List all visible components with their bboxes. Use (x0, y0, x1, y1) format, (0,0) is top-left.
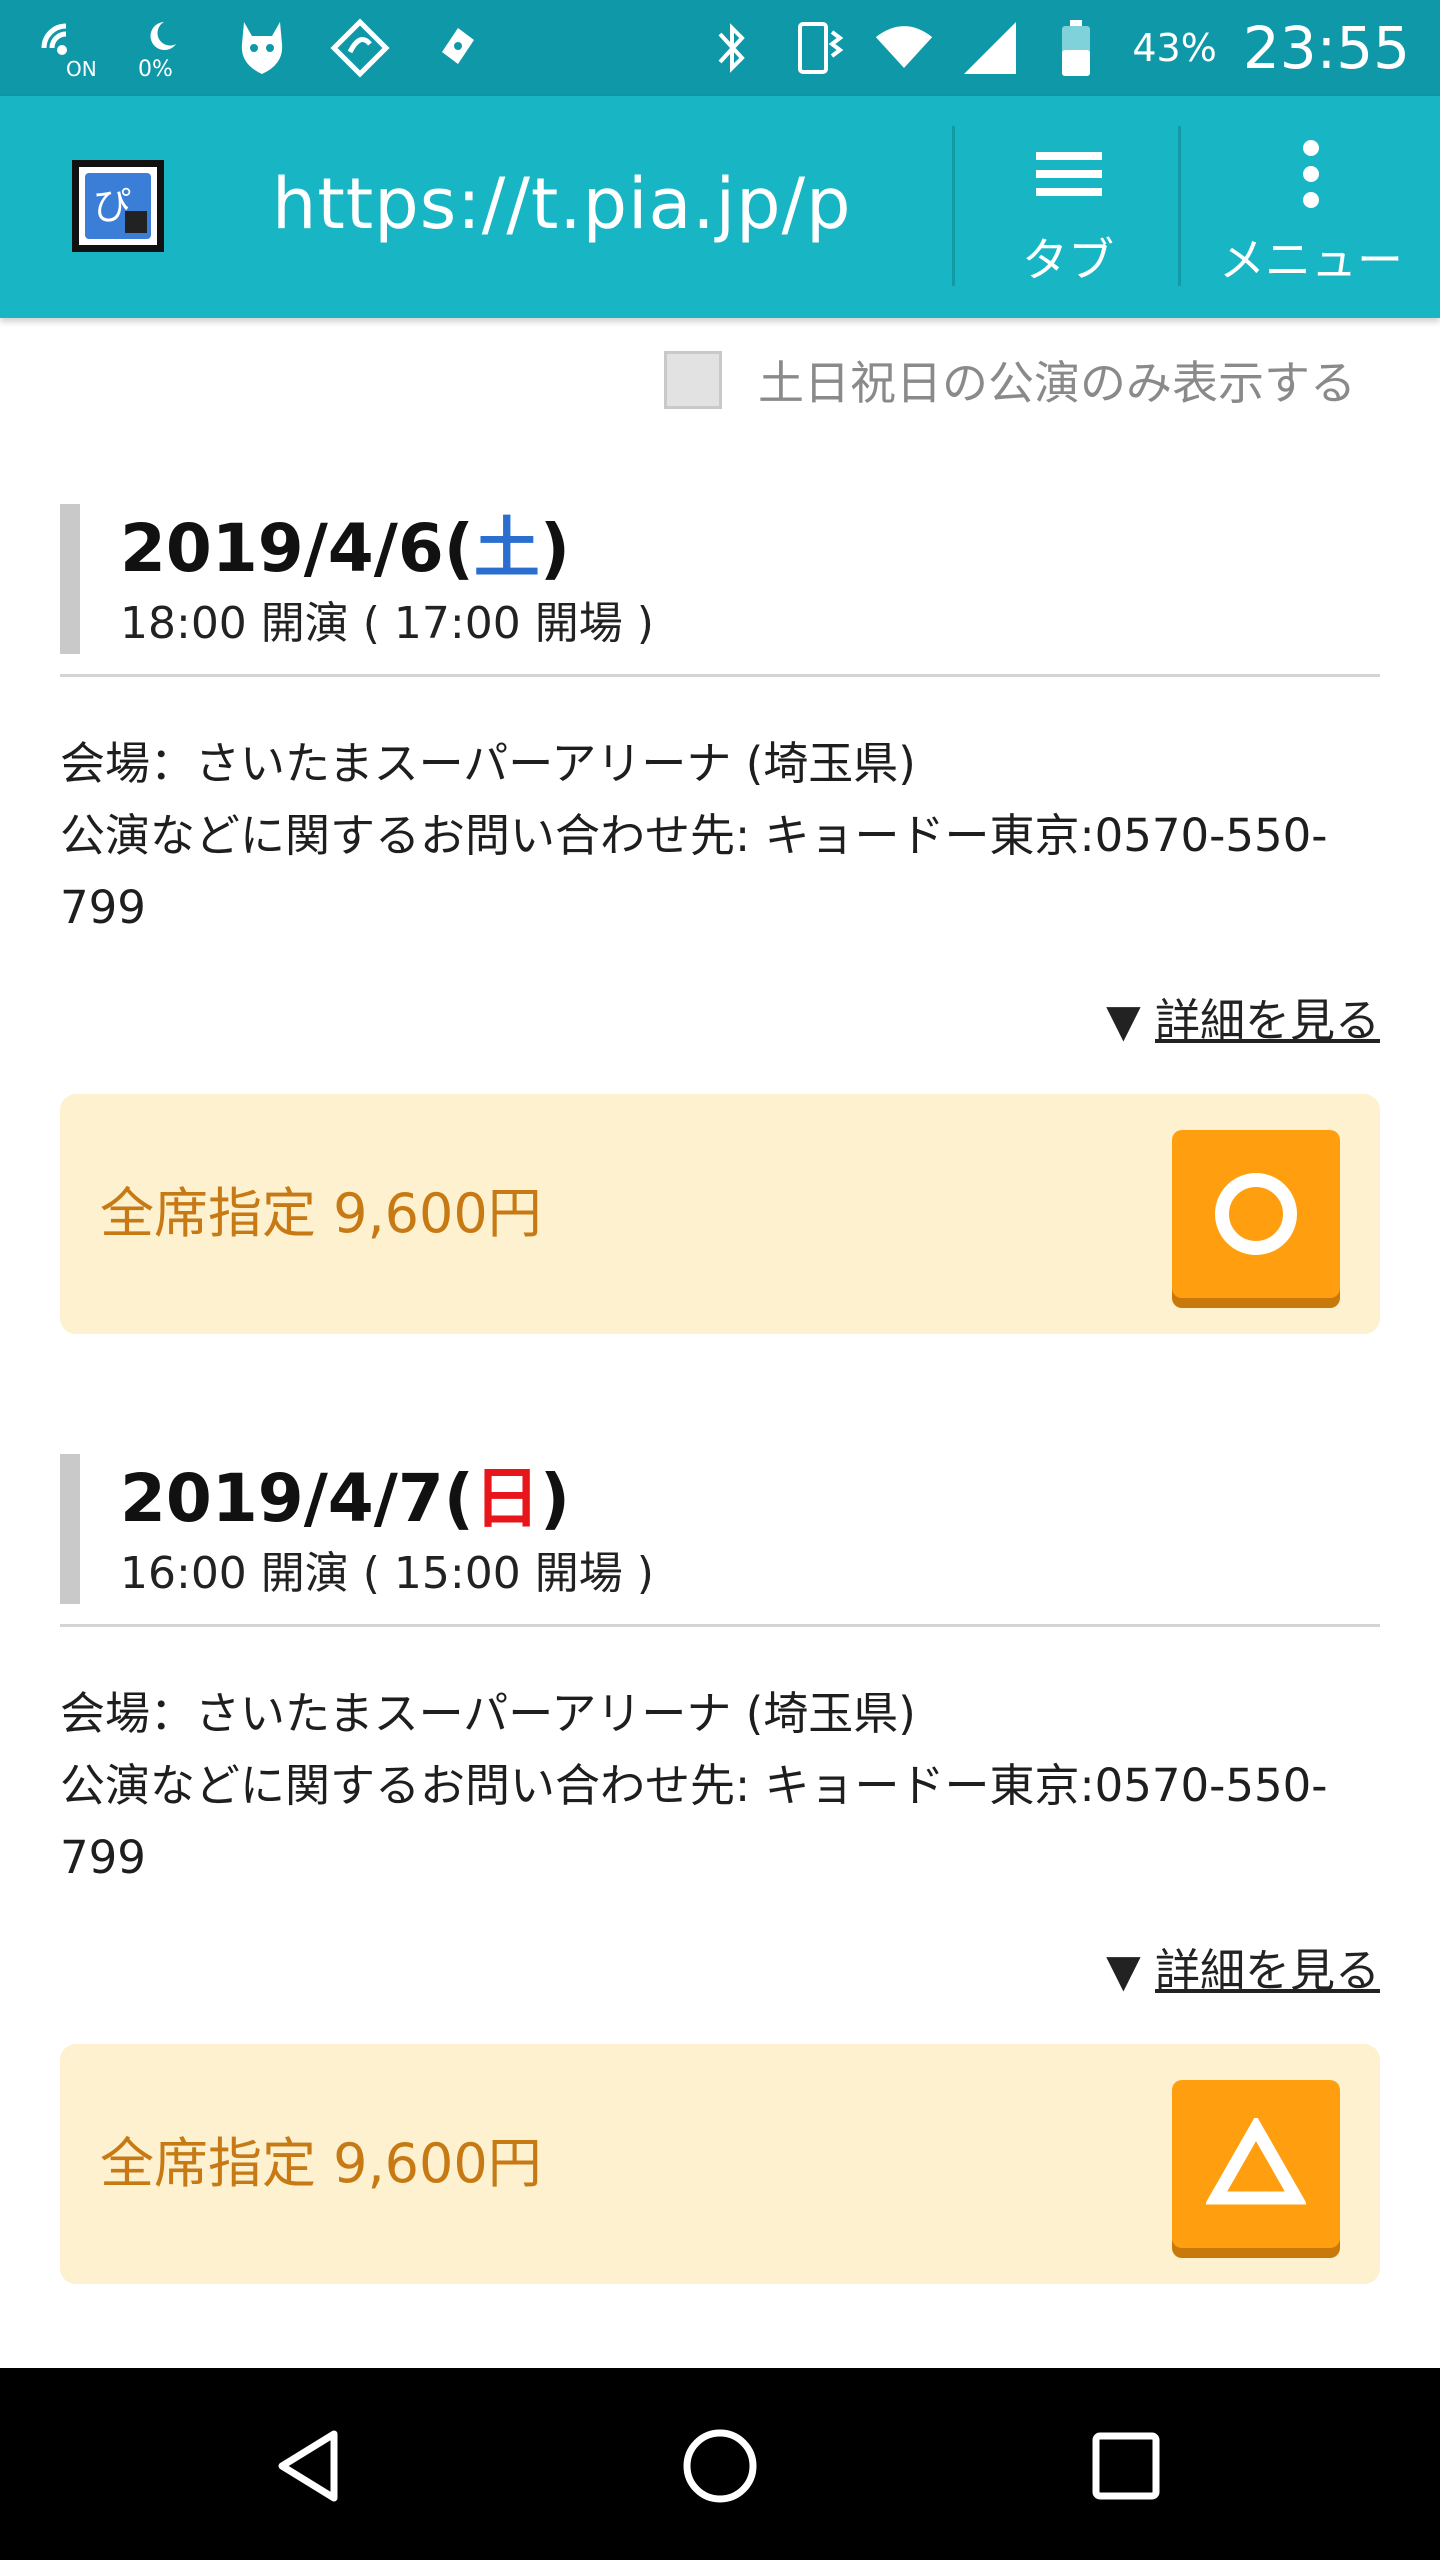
date-accent-bar (60, 504, 80, 654)
menu-button[interactable]: メニュー (1182, 96, 1440, 318)
event-date: 2019/4/7(日) (120, 1460, 571, 1537)
event-info: 会場：さいたまスーパーアリーナ (埼玉県) 公演などに関するお問い合わせ先: キ… (60, 1678, 1380, 1894)
weekend-filter-label: 土日祝日の公演のみ表示する (758, 356, 1356, 410)
event-time: 16:00 開演 ( 15:00 開場 ) (120, 1548, 654, 1599)
tabs-icon (1036, 152, 1102, 196)
event-contact: 公演などに関するお問い合わせ先: キョードー東京:0570-550-799 (60, 809, 1328, 934)
event-item: 2019/4/6(土) 18:00 開演 ( 17:00 開場 ) 会場：さいた… (60, 504, 1380, 1334)
bluetooth-icon (702, 18, 762, 78)
triangle-down-icon: ▼ (1106, 1944, 1141, 1997)
wifi-icon (874, 18, 934, 78)
ticket-price-label: 全席指定 9,600円 (100, 1182, 542, 1245)
event-item: 2019/4/7(日) 16:00 開演 ( 15:00 開場 ) 会場：さいた… (60, 1454, 1380, 2284)
ticket-price-label: 全席指定 9,600円 (100, 2132, 542, 2195)
divider (60, 1624, 1380, 1627)
more-vertical-icon (1303, 140, 1319, 208)
menu-label: メニュー (1219, 233, 1403, 287)
divider (60, 674, 1380, 677)
url-field[interactable]: https://t.pia.jp/pia (272, 154, 848, 254)
details-link[interactable]: 詳細を見る (1155, 1944, 1380, 1997)
tabs-label: タブ (1022, 233, 1114, 287)
svg-text:0%: 0% (138, 57, 173, 78)
battery-percent: 43% (1132, 26, 1217, 70)
status-left-icons: ON 0% (36, 0, 488, 96)
ticket-app-icon (428, 18, 488, 78)
details-toggle[interactable]: ▼ 詳細を見る (1106, 984, 1380, 1049)
event-venue: 会場：さいたまスーパーアリーナ (埼玉県) (60, 1687, 916, 1740)
event-venue: 会場：さいたまスーパーアリーナ (埼玉県) (60, 737, 916, 790)
status-right-icons: 43% 23:55 (702, 0, 1410, 96)
event-date: 2019/4/6(土) (120, 510, 571, 587)
event-time: 18:00 開演 ( 17:00 開場 ) (120, 598, 654, 649)
volte-on-icon: ON (36, 18, 96, 78)
vibrate-icon (788, 18, 848, 78)
event-day-of-week: 土 (473, 510, 540, 587)
status-bar: ON 0% 43% 23:55 (0, 0, 1440, 96)
browser-toolbar: ぴ https://t.pia.jp/pia タブ メニュー (0, 96, 1440, 318)
event-day-of-week: 日 (473, 1460, 540, 1537)
event-info: 会場：さいたまスーパーアリーナ (埼玉県) 公演などに関するお問い合わせ先: キ… (60, 728, 1380, 944)
sync-app-icon (330, 18, 390, 78)
recents-icon[interactable] (1078, 2418, 1174, 2514)
availability-button[interactable] (1172, 1130, 1340, 1298)
signal-icon (960, 18, 1020, 78)
availability-button[interactable] (1172, 2080, 1340, 2248)
dog-app-icon (232, 18, 292, 78)
details-link[interactable]: 詳細を見る (1155, 994, 1380, 1047)
ticket-row: 全席指定 9,600円 (60, 2044, 1380, 2284)
system-nav-bar (0, 2368, 1440, 2560)
date-accent-bar (60, 1454, 80, 1604)
toolbar-divider (1178, 126, 1181, 286)
details-toggle[interactable]: ▼ 詳細を見る (1106, 1934, 1380, 1999)
back-icon[interactable] (264, 2418, 360, 2514)
triangle-few-left-icon (1206, 2118, 1306, 2205)
data-saver-icon: 0% (134, 18, 194, 78)
site-favicon-icon[interactable]: ぴ (72, 160, 164, 252)
circle-available-icon (1215, 1173, 1297, 1255)
weekend-filter[interactable]: 土日祝日の公演のみ表示する (664, 348, 1356, 412)
clock: 23:55 (1242, 14, 1410, 82)
event-contact: 公演などに関するお問い合わせ先: キョードー東京:0570-550-799 (60, 1759, 1328, 1884)
weekend-filter-checkbox[interactable] (664, 351, 722, 409)
home-icon[interactable] (672, 2418, 768, 2514)
event-date-header: 2019/4/7(日) 16:00 開演 ( 15:00 開場 ) (60, 1454, 1380, 1624)
svg-text:ON: ON (66, 57, 96, 78)
ticket-row: 全席指定 9,600円 (60, 1094, 1380, 1334)
tabs-button[interactable]: タブ (958, 96, 1178, 318)
battery-icon (1046, 18, 1106, 78)
triangle-down-icon: ▼ (1106, 994, 1141, 1047)
toolbar-divider (952, 126, 955, 286)
event-date-header: 2019/4/6(土) 18:00 開演 ( 17:00 開場 ) (60, 504, 1380, 674)
